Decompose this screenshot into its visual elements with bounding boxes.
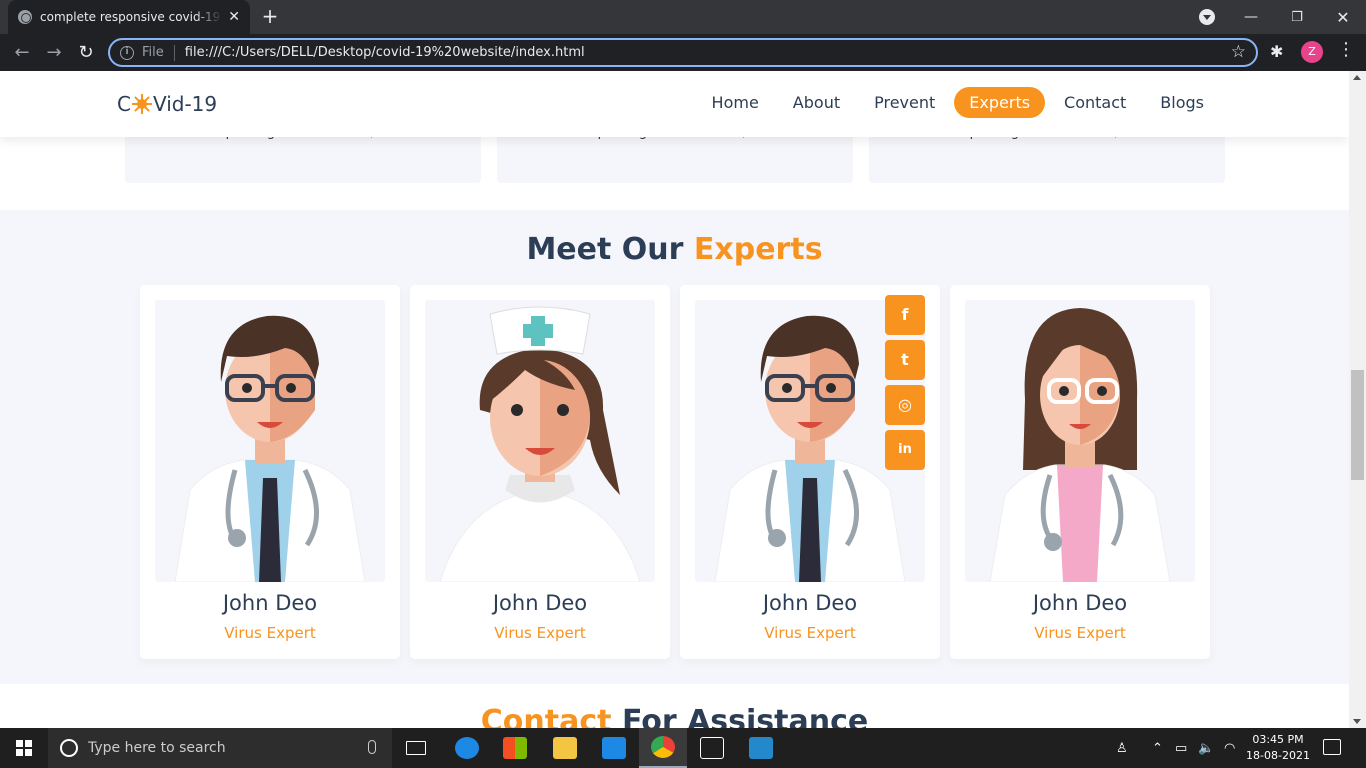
- contact-title-accent: Contact: [480, 704, 612, 728]
- expert-card[interactable]: John Deo Virus Expert: [140, 285, 400, 659]
- nav-prevent[interactable]: Prevent: [859, 87, 950, 118]
- page-viewport: Adipisicing Elit. Doloribus, illo. Adipi…: [0, 71, 1349, 728]
- battery-icon[interactable]: ▭: [1175, 728, 1187, 768]
- male-doctor-icon: [155, 300, 385, 582]
- expert-role: Virus Expert: [224, 624, 316, 642]
- people-icon[interactable]: ♙: [1116, 728, 1128, 768]
- microphone-icon[interactable]: [368, 740, 376, 754]
- nav-home[interactable]: Home: [697, 87, 774, 118]
- twitter-icon[interactable]: t: [885, 340, 925, 380]
- volume-icon[interactable]: 🔈: [1198, 728, 1214, 768]
- logo-prefix: C: [117, 92, 131, 116]
- female-doctor-icon: [965, 300, 1195, 582]
- windows-taskbar: Type here to search ♙ ⌃ ▭ 🔈 ◠ 03:45 PM 1…: [0, 728, 1366, 768]
- restore-icon[interactable]: ❐: [1282, 0, 1312, 34]
- instagram-icon[interactable]: ◎: [885, 385, 925, 425]
- forward-icon[interactable]: →: [41, 40, 67, 66]
- browser-tab-bar: complete responsive covid-19 website ✕ +…: [0, 0, 1366, 34]
- page-scrollbar[interactable]: [1349, 71, 1366, 728]
- site-logo[interactable]: C Vid-19: [117, 92, 217, 116]
- contact-title-main: For Assistance: [621, 704, 869, 728]
- expert-card[interactable]: f t ◎ in John Deo Virus Expert: [680, 285, 940, 659]
- expert-role: Virus Expert: [764, 624, 856, 642]
- female-nurse-icon: [425, 300, 655, 582]
- scrollbar-thumb[interactable]: [1351, 370, 1364, 480]
- expert-name: John Deo: [222, 591, 318, 615]
- bookmark-star-icon[interactable]: ☆: [1231, 42, 1246, 62]
- tray-chevron-up-icon[interactable]: ⌃: [1152, 728, 1163, 768]
- clock-date: 18-08-2021: [1246, 749, 1310, 762]
- expert-name: John Deo: [1032, 591, 1128, 615]
- experts-title: Meet Our Experts: [0, 232, 1349, 267]
- url-divider: [173, 44, 175, 61]
- extensions-puzzle-icon[interactable]: ✱: [1270, 42, 1283, 61]
- store-icon[interactable]: [491, 728, 539, 768]
- expert-name: John Deo: [762, 591, 858, 615]
- tab-close-icon[interactable]: ✕: [228, 9, 240, 25]
- virus-icon: [131, 94, 152, 114]
- minimize-icon[interactable]: —: [1236, 0, 1266, 34]
- wifi-icon[interactable]: ◠: [1224, 728, 1235, 768]
- file-explorer-icon[interactable]: [541, 728, 589, 768]
- experts-title-main: Meet Our: [526, 232, 684, 267]
- expert-role: Virus Expert: [494, 624, 586, 642]
- browser-toolbar: ← → ↻ i File file:///C:/Users/DELL/Deskt…: [0, 34, 1366, 71]
- site-header: C Vid-19 Home About Prevent Experts Cont…: [0, 71, 1349, 137]
- task-view-icon[interactable]: [392, 728, 440, 768]
- info-icon[interactable]: i: [120, 45, 134, 60]
- url-text[interactable]: file:///C:/Users/DELL/Desktop/covid-19%2…: [185, 45, 585, 60]
- photos-icon[interactable]: [688, 728, 736, 768]
- reload-icon[interactable]: ↻: [73, 40, 99, 66]
- notification-center-icon[interactable]: [1323, 739, 1341, 755]
- vscode-icon[interactable]: [737, 728, 785, 768]
- browser-tab[interactable]: complete responsive covid-19 website ✕: [8, 0, 250, 34]
- browser-menu-icon[interactable]: ⋮: [1337, 39, 1355, 60]
- nav-blogs[interactable]: Blogs: [1145, 87, 1219, 118]
- contact-title: Contact For Assistance: [0, 704, 1349, 728]
- address-bar[interactable]: i File file:///C:/Users/DELL/Desktop/cov…: [108, 38, 1258, 67]
- logo-suffix: Vid-19: [152, 92, 218, 116]
- linkedin-icon[interactable]: in: [885, 430, 925, 470]
- facebook-icon[interactable]: f: [885, 295, 925, 335]
- experts-title-accent: Experts: [693, 232, 823, 267]
- edge-icon[interactable]: [443, 728, 491, 768]
- main-nav: Home About Prevent Experts Contact Blogs: [693, 87, 1219, 118]
- windows-start-icon[interactable]: [0, 728, 48, 768]
- expert-name: John Deo: [492, 591, 588, 615]
- tab-search-icon[interactable]: [1199, 9, 1215, 25]
- url-scheme: File: [142, 45, 164, 60]
- experts-section: Meet Our Experts John Deo Virus Expert J…: [0, 210, 1349, 684]
- cortana-icon: [60, 739, 78, 757]
- clock-time: 03:45 PM: [1252, 733, 1304, 746]
- new-tab-button[interactable]: +: [258, 4, 282, 28]
- tab-title: complete responsive covid-19 website: [40, 10, 222, 24]
- mail-icon[interactable]: [590, 728, 638, 768]
- taskbar-search-placeholder: Type here to search: [88, 740, 226, 756]
- scroll-down-arrow-icon[interactable]: [1353, 719, 1361, 724]
- expert-card[interactable]: John Deo Virus Expert: [950, 285, 1210, 659]
- globe-icon: [18, 10, 32, 24]
- nav-contact[interactable]: Contact: [1049, 87, 1141, 118]
- profile-avatar[interactable]: Z: [1301, 41, 1323, 63]
- expert-card[interactable]: John Deo Virus Expert: [410, 285, 670, 659]
- contact-section: Contact For Assistance: [0, 684, 1349, 728]
- chrome-icon[interactable]: [639, 728, 687, 768]
- taskbar-search-box[interactable]: Type here to search: [48, 728, 392, 768]
- taskbar-clock[interactable]: 03:45 PM 18-08-2021: [1246, 732, 1310, 764]
- scroll-up-arrow-icon[interactable]: [1353, 75, 1361, 80]
- window-close-icon[interactable]: ✕: [1328, 0, 1358, 34]
- expert-role: Virus Expert: [1034, 624, 1126, 642]
- nav-experts[interactable]: Experts: [954, 87, 1046, 118]
- back-icon[interactable]: ←: [9, 40, 35, 66]
- nav-about[interactable]: About: [778, 87, 855, 118]
